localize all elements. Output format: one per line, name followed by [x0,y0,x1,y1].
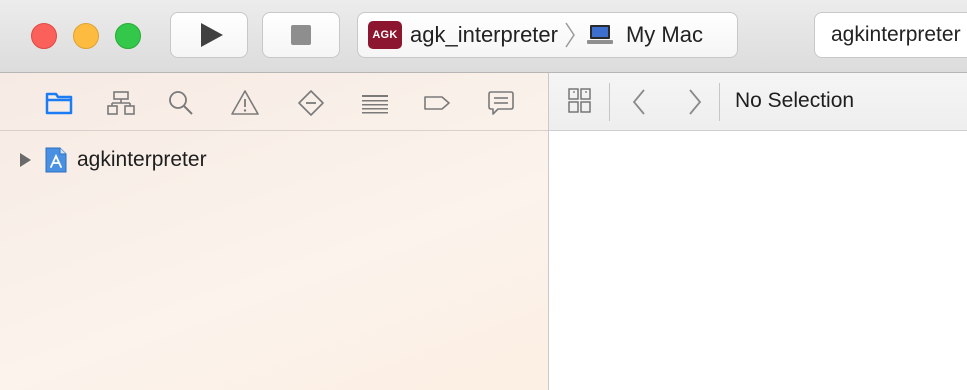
folder-icon[interactable] [44,88,74,118]
project-name: agkinterpreter [77,148,207,171]
zoom-button[interactable] [115,23,141,49]
jump-bar-divider [719,83,720,121]
test-diamond-icon[interactable] [296,88,326,118]
project-tree-item[interactable]: agkinterpreter [0,145,548,175]
navigator-panel: agkinterpreter [0,73,549,390]
close-button[interactable] [31,23,57,49]
breakpoint-tag-icon[interactable] [422,88,452,118]
related-items-icon[interactable] [567,87,593,115]
hierarchy-icon[interactable] [106,88,136,118]
agk-app-icon: AGK [368,21,402,49]
jump-bar-path[interactable]: No Selection [735,89,854,113]
navigator-tab-bar [0,73,548,131]
toolbar: AGK agk_interpreter My Mac agkinterprete… [0,0,967,73]
minimize-button[interactable] [73,23,99,49]
disclosure-triangle-icon[interactable] [20,153,31,167]
status-text: agkinterpreter [831,23,961,46]
warning-icon[interactable] [230,88,260,118]
scheme-name: agk_interpreter [410,22,558,47]
debug-lines-icon[interactable] [360,88,390,118]
scheme-selector[interactable]: AGK agk_interpreter My Mac [357,12,738,58]
search-icon[interactable] [166,88,196,118]
play-icon [201,23,223,47]
stop-icon [291,25,311,45]
destination-name: My Mac [625,22,703,47]
report-bubble-icon[interactable] [486,88,516,118]
laptop-icon [586,25,613,44]
activity-status: agkinterpreter [814,12,967,58]
jump-bar: No Selection [549,73,967,131]
jump-bar-divider [609,83,610,121]
chevron-right-icon[interactable] [687,87,703,117]
editor-area: No Selection [549,73,967,390]
stop-button[interactable] [262,12,340,58]
project-file-icon [45,147,67,173]
run-button[interactable] [170,12,248,58]
chevron-left-icon[interactable] [631,87,647,117]
xcode-window: AGK agk_interpreter My Mac agkinterprete… [0,0,967,390]
chevron-right-icon [565,22,575,48]
